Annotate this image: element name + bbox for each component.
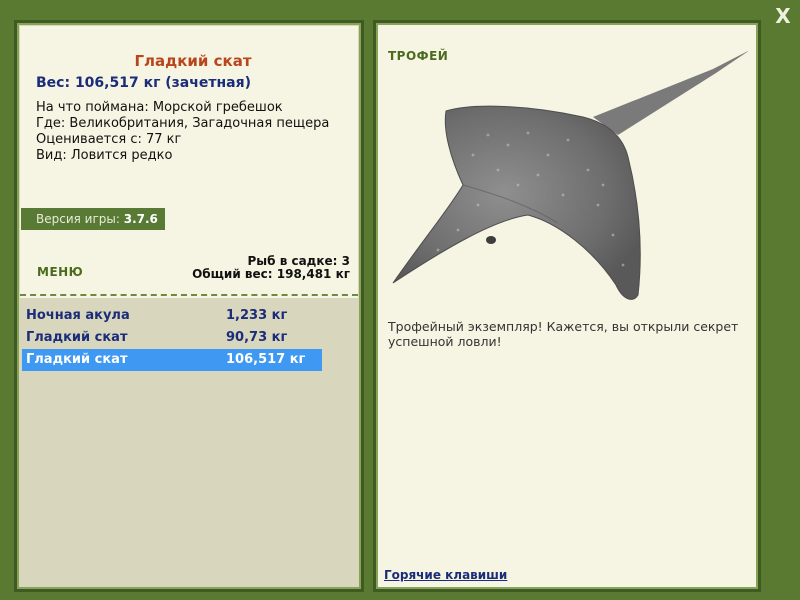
list-item-selected[interactable]: Гладкий скат 106,517 кг — [22, 349, 322, 371]
location: Где: Великобритания, Загадочная пещера — [36, 116, 330, 131]
list-item-name: Гладкий скат — [26, 352, 128, 367]
fish-weight: Вес: 106,517 кг (зачетная) — [36, 75, 251, 91]
stingray-image — [392, 51, 748, 300]
fish-info-panel: Гладкий скат Вес: 106,517 кг (зачетная) … — [14, 20, 364, 592]
fish-list: Ночная акула 1,233 кг Гладкий скат 90,73… — [22, 305, 322, 371]
total-weight: Общий вес: 198,481 кг — [192, 267, 350, 281]
close-button[interactable]: X — [772, 4, 794, 28]
list-item-weight: 90,73 кг — [226, 330, 288, 345]
menu-button[interactable]: МЕНЮ — [37, 265, 83, 279]
catch-stats: Рыб в садке: 3 Общий вес: 198,481 кг — [192, 255, 350, 281]
list-item-weight: 106,517 кг — [226, 352, 306, 367]
fish-kind: Вид: Ловится редко — [36, 148, 173, 163]
version-value: 3.7.6 — [123, 212, 158, 226]
trophy-panel: ТРОФЕЙ Трофейный экземпляр! Кажется, вы … — [373, 20, 761, 592]
list-item[interactable]: Гладкий скат 90,73 кг — [22, 327, 322, 349]
list-item-weight: 1,233 кг — [226, 308, 288, 323]
close-icon: X — [775, 4, 791, 28]
hotkeys-link[interactable]: Горячие клавиши — [384, 568, 507, 582]
divider — [20, 294, 358, 296]
version-label: Версия игры: — [36, 212, 120, 226]
version-badge: Версия игры: 3.7.6 — [21, 208, 165, 230]
list-item-name: Ночная акула — [26, 308, 130, 323]
caught-on: На что поймана: Морской гребешок — [36, 100, 283, 115]
list-item[interactable]: Ночная акула 1,233 кг — [22, 305, 322, 327]
fish-details: Гладкий скат Вес: 106,517 кг (зачетная) … — [20, 26, 358, 298]
rated-from: Оценивается с: 77 кг — [36, 132, 182, 147]
list-item-name: Гладкий скат — [26, 330, 128, 345]
trophy-description: Трофейный экземпляр! Кажется, вы открыли… — [388, 319, 739, 349]
fish-name: Гладкий скат — [134, 52, 252, 70]
